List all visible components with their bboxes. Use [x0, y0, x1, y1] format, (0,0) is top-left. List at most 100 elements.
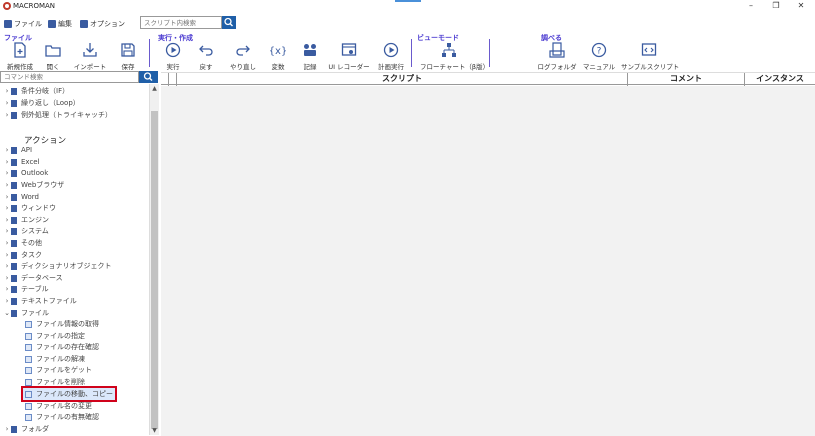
tree-item[interactable]: › Outlook	[3, 167, 49, 179]
chevron-right-icon[interactable]: ›	[3, 262, 11, 270]
column-comment[interactable]: コメント	[628, 73, 745, 86]
column-script[interactable]: スクリプト	[177, 73, 628, 86]
tree-item[interactable]: › フォルダ	[3, 423, 49, 435]
action-icon	[25, 413, 32, 421]
script-grid-body[interactable]	[161, 86, 815, 436]
chevron-right-icon[interactable]: ›	[3, 251, 11, 259]
save-icon	[121, 43, 135, 57]
menu-file[interactable]: ファイル	[4, 19, 42, 29]
chevron-right-icon[interactable]: ›	[3, 99, 11, 107]
tree-leaf[interactable]: ファイルの有無確認	[25, 411, 99, 423]
flowchart-button[interactable]: フローチャート（β版）	[420, 42, 490, 71]
tree-leaf[interactable]: ファイルの存在確認	[25, 341, 99, 353]
tree-item-label: 繰り返し（Loop）	[21, 99, 80, 107]
tree-leaf-selected[interactable]: ファイルの移動、コピー	[21, 386, 117, 402]
schedule-icon	[383, 42, 399, 58]
tree-item[interactable]: › 条件分岐（IF）	[3, 85, 70, 97]
chevron-right-icon[interactable]: ›	[3, 274, 11, 282]
category-icon	[11, 193, 17, 201]
chevron-right-icon[interactable]: ›	[3, 297, 11, 305]
tree-item[interactable]: › API	[3, 144, 32, 156]
script-search-input[interactable]	[140, 16, 222, 29]
close-button[interactable]: ✕	[791, 1, 811, 11]
tree-item-label: Word	[21, 193, 39, 201]
scroll-thumb[interactable]	[151, 111, 158, 429]
menu-edit[interactable]: 編集	[48, 19, 72, 29]
sample-script-button-label: サンプルスクリプト	[621, 63, 680, 71]
tree-item-label: その他	[21, 239, 42, 247]
svg-text:{x}: {x}	[270, 46, 286, 57]
svg-text:?: ?	[597, 47, 602, 57]
chevron-right-icon[interactable]: ›	[3, 216, 11, 224]
command-tree: › 条件分岐（IF） › 繰り返し（Loop） › 例外処理（トライキャッチ） アクシ…	[0, 84, 150, 435]
chevron-down-icon[interactable]: ⌄	[3, 309, 11, 317]
ui-recorder-button[interactable]: UI レコーダー	[327, 42, 371, 71]
tree-leaf[interactable]: ファイルをゲット	[25, 364, 92, 376]
tree-item[interactable]: › ディクショナリオブジェクト	[3, 260, 112, 272]
action-icon	[25, 320, 32, 328]
category-icon	[11, 262, 17, 270]
menu-file-label: ファイル	[14, 20, 42, 28]
options-menu-icon	[80, 20, 88, 28]
chevron-right-icon[interactable]: ›	[3, 158, 11, 166]
tree-item-label: タスク	[21, 251, 42, 259]
chevron-right-icon[interactable]: ›	[3, 87, 11, 95]
restore-button[interactable]: ❐	[766, 1, 786, 11]
tree-item[interactable]: › テキストファイル	[3, 295, 77, 307]
chevron-right-icon[interactable]: ›	[3, 146, 11, 154]
tree-leaf-label: ファイルの指定	[36, 332, 85, 340]
tree-scrollbar[interactable]: ▲ ▼	[150, 84, 159, 435]
tree-leaf[interactable]: ファイルを削除	[25, 376, 85, 388]
category-icon	[11, 181, 17, 189]
tree-item[interactable]: › 繰り返し（Loop）	[3, 97, 80, 109]
action-icon	[25, 378, 32, 386]
category-icon	[11, 227, 17, 235]
scroll-down-icon[interactable]: ▼	[150, 426, 159, 435]
chevron-right-icon[interactable]: ›	[3, 227, 11, 235]
action-icon	[25, 390, 32, 398]
scroll-up-icon[interactable]: ▲	[150, 84, 159, 93]
tree-item-label: Excel	[21, 158, 40, 166]
tree-item[interactable]: › その他	[3, 237, 42, 249]
new-file-icon	[14, 42, 26, 58]
save-button[interactable]: 保存	[106, 42, 150, 71]
record-button[interactable]: 記録	[288, 42, 332, 71]
column-spacer	[169, 73, 177, 86]
category-icon	[11, 111, 17, 119]
import-icon	[83, 43, 97, 57]
chevron-right-icon[interactable]: ›	[3, 111, 11, 119]
chevron-right-icon[interactable]: ›	[3, 425, 11, 433]
tree-leaf[interactable]: ファイル情報の取得	[25, 318, 99, 330]
play-icon	[165, 42, 181, 58]
manual-button[interactable]: ? マニュアル	[577, 42, 621, 71]
log-folder-button-label: ログフォルダ	[537, 63, 577, 71]
menu-options[interactable]: オプション	[80, 19, 125, 29]
chevron-right-icon[interactable]: ›	[3, 169, 11, 177]
category-icon	[11, 99, 17, 107]
tree-item[interactable]: › システム	[3, 225, 49, 237]
minimize-button[interactable]: –	[741, 1, 761, 11]
action-icon	[25, 355, 32, 363]
chevron-right-icon[interactable]: ›	[3, 193, 11, 201]
tree-item-label: 条件分岐（IF）	[21, 87, 70, 95]
flowchart-button-label: フローチャート（β版）	[420, 63, 490, 71]
tree-leaf-label: ファイルの有無確認	[36, 413, 99, 421]
tree-item[interactable]: › テーブル	[3, 283, 49, 295]
search-icon	[143, 72, 153, 81]
schedule-button[interactable]: 計画実行	[369, 42, 413, 71]
chevron-right-icon[interactable]: ›	[3, 181, 11, 189]
action-icon	[25, 402, 32, 410]
sample-script-button[interactable]: サンプルスクリプト	[621, 42, 680, 71]
log-folder-button[interactable]: ログフォルダ	[535, 42, 579, 71]
command-search-button[interactable]	[139, 71, 158, 83]
chevron-right-icon[interactable]: ›	[3, 239, 11, 247]
chevron-right-icon[interactable]: ›	[3, 285, 11, 293]
tree-item[interactable]: › 例外処理（トライキャッチ）	[3, 109, 112, 121]
command-search-input[interactable]	[0, 71, 139, 83]
script-search-button[interactable]	[222, 16, 236, 29]
tree-item[interactable]: › Webブラウザ	[3, 179, 65, 191]
tree-item-label: テキストファイル	[21, 297, 77, 305]
column-instance[interactable]: インスタンス	[745, 73, 815, 86]
tree-item[interactable]: › ウィンドウ	[3, 202, 56, 214]
chevron-right-icon[interactable]: ›	[3, 204, 11, 212]
